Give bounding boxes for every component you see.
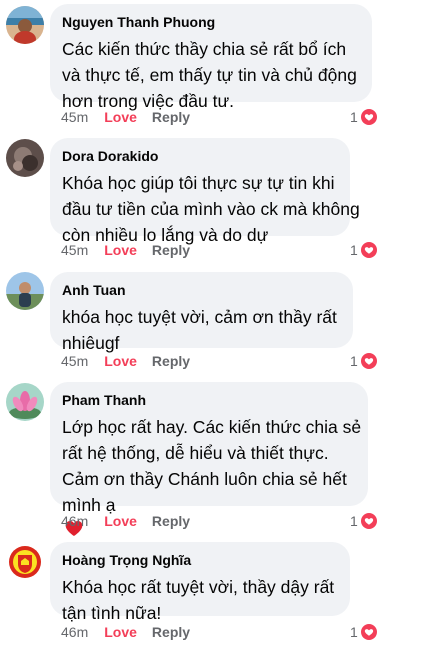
reaction-count[interactable]: 1 [350,106,377,128]
love-reaction-icon [360,624,377,640]
love-button[interactable]: Love [104,513,137,529]
comment-time[interactable]: 45m [61,109,88,125]
comment-bubble: Nguyen Thanh Phuong Các kiến thức thầy c… [50,4,372,111]
comment-time[interactable]: 45m [61,353,88,369]
comment-actions: 45m Love Reply [61,239,190,261]
dark-photo-avatar[interactable] [6,139,44,177]
comment-bubble: Anh Tuan khóa học tuyệt vời, cảm ơn thầy… [50,272,353,353]
comment-bubble: Hoàng Trọng Nghĩa Khóa học rất tuyệt vời… [50,542,350,623]
comment-actions: 46m Love Reply [61,510,190,532]
comment-author[interactable]: Hoàng Trọng Nghĩa [62,551,338,569]
reply-button[interactable]: Reply [152,513,190,529]
love-reaction-icon [360,109,377,125]
love-reaction-icon [360,513,377,529]
beach-photo-avatar[interactable] [6,6,44,44]
comment-bubble: Dora Dorakido Khóa học giúp tôi thực sự … [50,138,360,245]
love-button[interactable]: Love [104,242,137,258]
comment-author[interactable]: Dora Dorakido [62,147,338,165]
reaction-count[interactable]: 1 [350,621,377,643]
reaction-count[interactable]: 1 [350,239,377,261]
reaction-count[interactable]: 1 [350,350,377,372]
comment-text: Khóa học giúp tôi thực sự tự tin khi đầu… [62,173,360,245]
love-button[interactable]: Love [104,624,137,640]
comment-actions: 45m Love Reply [61,106,190,128]
comment-actions: 46m Love Reply [61,621,190,643]
reaction-count[interactable]: 1 [350,510,377,532]
comment-time[interactable]: 46m [61,513,88,529]
comment-author[interactable]: Pham Thanh [62,391,356,409]
reply-button[interactable]: Reply [152,109,190,125]
comment-author[interactable]: Nguyen Thanh Phuong [62,13,360,31]
reply-button[interactable]: Reply [152,624,190,640]
comment-time[interactable]: 45m [61,242,88,258]
reply-button[interactable]: Reply [152,242,190,258]
comment-text: Khóa học rất tuyệt vời, thầy dậy rất tận… [62,577,335,623]
comment-actions: 45m Love Reply [61,350,190,372]
love-reaction-icon [360,353,377,369]
comment-bubble: Pham Thanh Lớp học rất hay. Các kiến thứ… [50,382,368,536]
outdoor-photo-avatar[interactable] [6,272,44,310]
comment-author[interactable]: Anh Tuan [62,281,341,299]
comment-text: khóa học tuyệt vời, cảm ơn thầy rất nhiê… [62,307,337,353]
reply-button[interactable]: Reply [152,353,190,369]
comment-time[interactable]: 46m [61,624,88,640]
football-crest-avatar[interactable] [6,543,44,581]
lotus-flower-avatar[interactable] [6,383,44,421]
love-reaction-icon [360,242,377,258]
love-button[interactable]: Love [104,353,137,369]
comment-text: Các kiến thức thầy chia sẻ rất bổ ích và… [62,39,357,111]
love-button[interactable]: Love [104,109,137,125]
